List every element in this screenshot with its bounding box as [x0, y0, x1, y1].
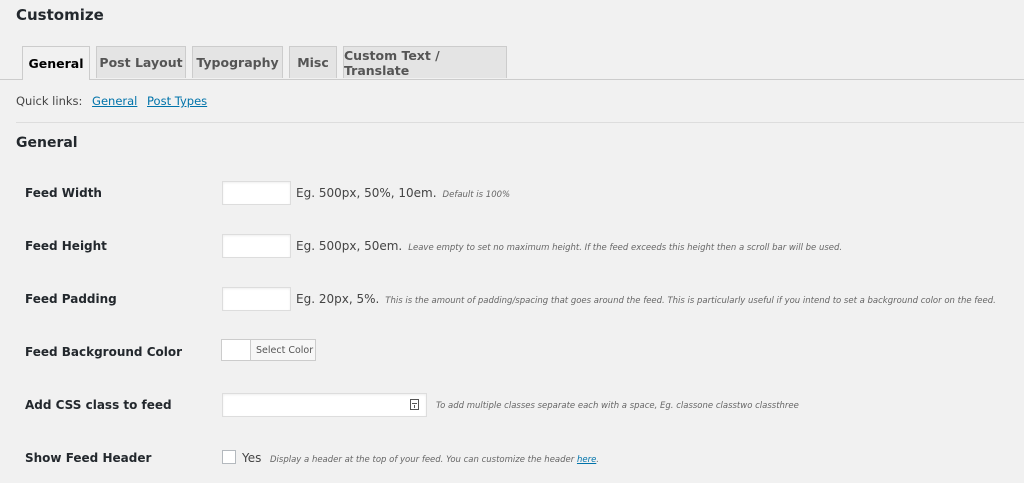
css-class-note: To add multiple classes separate each wi… [436, 401, 799, 411]
color-swatch [222, 340, 251, 360]
feed-width-row: Feed Width Eg. 500px, 50%, 10em. Default … [0, 181, 1024, 207]
feed-padding-example: Eg. 20px, 5%. [296, 292, 380, 306]
show-header-row: Show Feed Header Yes Display a header at… [0, 446, 1024, 472]
show-header-yes: Yes [242, 451, 262, 465]
feed-padding-row: Feed Padding Eg. 20px, 5%. This is the am… [0, 287, 1024, 313]
show-header-note: Display a header at the top of your feed… [270, 455, 599, 465]
section-title: General [16, 135, 78, 151]
feed-width-note: Default is 100% [442, 190, 511, 200]
feed-height-example: Eg. 500px, 50em. [296, 239, 403, 253]
tab-typography[interactable]: Typography [192, 46, 283, 78]
feed-height-label: Feed Height [25, 239, 107, 253]
feed-width-example: Eg. 500px, 50%, 10em. [296, 186, 437, 200]
tab-misc[interactable]: Misc [289, 46, 337, 78]
feed-height-note: Leave empty to set no maximum height. If… [408, 243, 843, 253]
feed-bg-color-label: Feed Background Color [25, 345, 183, 359]
feed-width-label: Feed Width [25, 186, 102, 200]
quick-links: Quick links: General Post Types [16, 94, 207, 108]
css-class-label: Add CSS class to feed [25, 398, 172, 412]
quick-link-general[interactable]: General [92, 94, 137, 108]
quick-links-label: Quick links: [16, 94, 83, 108]
show-header-checkbox[interactable] [222, 450, 236, 464]
select-color-label: Select Color [256, 344, 314, 356]
feed-height-input[interactable] [222, 234, 291, 258]
quick-link-post-types[interactable]: Post Types [147, 94, 207, 108]
feed-width-input[interactable] [222, 181, 291, 205]
tab-bar: General Post Layout Typography Misc Cust… [0, 46, 1024, 80]
feed-padding-hint: Eg. 20px, 5%. This is the amount of paddi… [296, 292, 996, 306]
tab-post-layout[interactable]: Post Layout [96, 46, 186, 78]
feed-padding-input[interactable] [222, 287, 291, 311]
tab-general[interactable]: General [22, 46, 90, 80]
show-header-note-text: Display a header at the top of your feed… [270, 455, 575, 465]
calendar-icon[interactable] [410, 399, 419, 410]
tab-custom-text[interactable]: Custom Text / Translate [343, 46, 507, 78]
feed-height-row: Feed Height Eg. 500px, 50em. Leave empty … [0, 234, 1024, 260]
select-color-button[interactable]: Select Color [221, 339, 316, 361]
feed-padding-note: This is the amount of padding/spacing th… [385, 296, 996, 306]
show-header-note-tail: . [596, 455, 599, 465]
page-title: Customize [16, 6, 104, 24]
show-header-label: Show Feed Header [25, 451, 152, 465]
css-class-input[interactable] [222, 393, 427, 417]
divider [16, 122, 1024, 123]
customize-header-link[interactable]: here [577, 455, 596, 465]
feed-bg-color-row: Feed Background Color Select Color [0, 339, 1024, 365]
feed-padding-label: Feed Padding [25, 292, 117, 306]
css-class-row: Add CSS class to feed To add multiple cl… [0, 393, 1024, 419]
feed-width-hint: Eg. 500px, 50%, 10em. Default is 100% [296, 186, 510, 200]
feed-height-hint: Eg. 500px, 50em. Leave empty to set no ma… [296, 239, 842, 253]
